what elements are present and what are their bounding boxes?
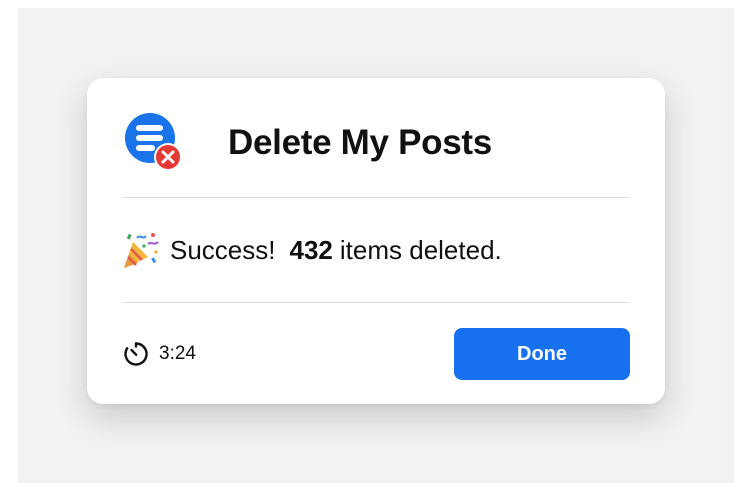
success-message: Success! 432 items deleted. bbox=[120, 228, 502, 272]
list-delete-icon bbox=[125, 112, 183, 174]
divider bbox=[122, 197, 630, 198]
done-button[interactable]: Done bbox=[454, 328, 630, 380]
message-suffix: items deleted. bbox=[339, 234, 502, 265]
success-dialog: Delete My Posts Success! 432 items delet… bbox=[87, 78, 665, 404]
timer-value: 3:24 bbox=[159, 343, 196, 364]
divider bbox=[122, 302, 630, 303]
elapsed-time: 3:24 bbox=[123, 340, 196, 368]
timer-icon bbox=[124, 342, 148, 366]
dialog-header: Delete My Posts bbox=[125, 110, 492, 176]
message-prefix: Success! bbox=[170, 234, 276, 265]
dialog-title: Delete My Posts bbox=[228, 123, 492, 162]
deleted-count: 432 bbox=[289, 234, 333, 265]
party-popper-icon bbox=[124, 233, 159, 268]
